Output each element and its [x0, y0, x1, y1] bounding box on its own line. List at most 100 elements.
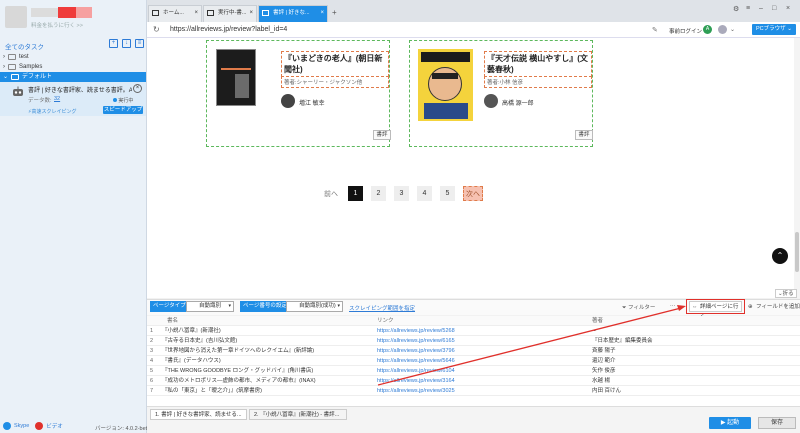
- page-4[interactable]: 4: [417, 186, 432, 201]
- pc-browser-select[interactable]: PCブラウザ ⌄: [752, 24, 796, 35]
- speed-up-button[interactable]: スピードアップ: [103, 106, 143, 114]
- home-icon: [152, 10, 159, 16]
- page-number-label: ページ番号の設定: [240, 301, 290, 312]
- maximize-icon[interactable]: □: [772, 5, 776, 12]
- bottom-tab[interactable]: 1. 書評 | 好きな書評家、読ませる...: [150, 409, 247, 420]
- import-icon[interactable]: ↓: [122, 39, 131, 48]
- column-header[interactable]: リンク: [377, 316, 592, 326]
- reviewer-avatar[interactable]: [484, 94, 498, 108]
- close-icon[interactable]: ×: [133, 84, 142, 93]
- add-tab-icon[interactable]: +: [332, 8, 337, 17]
- play-icon: ▶: [720, 420, 726, 426]
- tree-item-default[interactable]: ⌄ デフォルト: [0, 72, 146, 82]
- user-icon[interactable]: [718, 25, 727, 34]
- minimize-icon[interactable]: –: [759, 5, 763, 12]
- chevron-down-icon: ⌄: [787, 26, 792, 32]
- page-type-label: ページタイプ: [150, 301, 189, 312]
- all-tasks-label: 全てのタスク: [5, 44, 44, 51]
- task-count[interactable]: 32: [54, 96, 60, 102]
- book-title-box: 『天才伝説 横山やすし』(文藝春秋): [484, 51, 592, 77]
- filter-button[interactable]: ⏷ フィルター: [622, 303, 655, 312]
- table-row[interactable]: 2 『古寺る日本史』(吉川弘文館) https://allreviews.jp/re…: [147, 336, 800, 346]
- chevron-down-icon: ▾: [337, 303, 340, 309]
- book-cover[interactable]: [216, 49, 256, 106]
- column-header[interactable]: 書名: [162, 316, 377, 326]
- bottom-tab[interactable]: 2. 『小説八冨章』(新潮社) - 書評...: [249, 409, 347, 420]
- gear-icon[interactable]: ⚙: [733, 5, 739, 13]
- scrape-range-link[interactable]: スクレイピング範囲を指定: [349, 304, 415, 312]
- plus-icon: ⊕: [748, 304, 753, 310]
- video-link[interactable]: ビデオ: [46, 422, 63, 430]
- review-button[interactable]: 書評: [373, 130, 391, 140]
- book-title[interactable]: 『天才伝説 横山やすし』(文藝春秋): [484, 51, 592, 77]
- tree-item-samples[interactable]: › Samples: [3, 62, 42, 72]
- window-close-icon[interactable]: ×: [786, 5, 790, 12]
- table-row[interactable]: 1 『小説八冨章』(新潮社) https://allreviews.jp/revie…: [147, 326, 800, 336]
- table-row[interactable]: 6 『成功のメトロポリス―虚飾の都市、メディアの都市』(INAX) https://…: [147, 376, 800, 386]
- book-author-box: 著者:小林 信彦: [484, 76, 592, 88]
- url-input[interactable]: https://allreviews.jp/review?label_id=4: [170, 26, 287, 33]
- run-button[interactable]: ▶ 起動: [709, 417, 751, 429]
- page-type-select[interactable]: 自動識別 ▾: [186, 301, 234, 312]
- menu-icon[interactable]: ≡: [746, 5, 750, 12]
- edit-icon[interactable]: ✎: [652, 26, 658, 34]
- reviewer-avatar[interactable]: [281, 94, 295, 108]
- page-2[interactable]: 2: [371, 186, 386, 201]
- more-icon[interactable]: ⋯: [670, 303, 676, 309]
- table-row[interactable]: 7 『私の「東京」と「曖之介」』(筑摩書房) https://allreviews.…: [147, 386, 800, 396]
- extension-icon[interactable]: A: [703, 25, 712, 34]
- table-row[interactable]: 3 『世界地図から消えた第一章ドイツへのレクイエム』(新評論) https://al…: [147, 346, 800, 356]
- page-1[interactable]: 1: [348, 186, 363, 201]
- book-cover[interactable]: [418, 49, 473, 121]
- reviewer-name[interactable]: 増江 敏幸: [299, 98, 325, 107]
- tab-running[interactable]: 実行中-書... ×: [203, 5, 257, 22]
- tab-home[interactable]: ホーム... ×: [148, 5, 202, 22]
- book-title[interactable]: 『いまどきの老人』(朝日新聞社): [281, 51, 389, 77]
- video-icon[interactable]: [35, 421, 44, 430]
- book-author-box: 著者:シャーリー・ジャクソン他: [281, 76, 389, 88]
- table-header: 書名 リンク 著者: [147, 316, 800, 326]
- scrollbar-thumb[interactable]: [795, 232, 799, 272]
- robot-icon: [13, 86, 23, 96]
- prev-page-link[interactable]: 前へ: [324, 189, 338, 199]
- upgrade-link[interactable]: 料金を払うに行く >>: [31, 21, 83, 29]
- page-3[interactable]: 3: [394, 186, 409, 201]
- folder-icon: [8, 64, 16, 70]
- skype-icon[interactable]: [3, 421, 11, 430]
- tree-item-label: デフォルト: [22, 74, 53, 80]
- close-icon[interactable]: ×: [320, 6, 324, 21]
- settings-icon[interactable]: ≡: [135, 39, 144, 48]
- tab-review[interactable]: 書評 | 好きな... ×: [258, 5, 328, 22]
- chevron-right-icon: ›: [3, 54, 5, 60]
- close-icon[interactable]: ×: [249, 6, 253, 21]
- skype-link[interactable]: Skype: [14, 423, 29, 429]
- page-5[interactable]: 5: [440, 186, 455, 201]
- review-button[interactable]: 書評: [575, 130, 593, 140]
- next-page-link[interactable]: 次へ: [463, 186, 483, 201]
- task-title[interactable]: 書評 | 好きな書評家、読ませる書評。ALL...: [28, 85, 132, 94]
- reload-icon[interactable]: ↻: [153, 25, 160, 34]
- version-label: バージョン: 4.0.2-beta.2: [95, 426, 155, 432]
- column-header[interactable]: 著者: [592, 316, 792, 326]
- tree-item-test[interactable]: › test: [3, 52, 29, 62]
- avatar[interactable]: [5, 6, 27, 28]
- add-field-button[interactable]: ⊕ フィールドを追加: [748, 302, 800, 312]
- folder-icon: [8, 54, 16, 60]
- save-button[interactable]: 保存: [758, 417, 796, 429]
- chevron-right-icon: ›: [3, 64, 5, 70]
- table-row[interactable]: 5 『THE WRONG GOODBYE ロング・グッドバイ』(角川書店) http…: [147, 366, 800, 376]
- page-number-select[interactable]: 自動識別(成功) ▾: [286, 301, 343, 312]
- table-row[interactable]: 4 『書氏』(データハウス) https://allreviews.jp/revie…: [147, 356, 800, 366]
- pre-login-button[interactable]: 事前ログイン: [669, 27, 702, 35]
- new-task-icon[interactable]: +: [109, 39, 118, 48]
- folder-icon: [11, 74, 20, 80]
- reviewer-name[interactable]: 高橋 源一郎: [502, 98, 534, 107]
- highlight-box: [686, 299, 745, 314]
- book-author: 著者:シャーリー・ジャクソン他: [281, 76, 389, 88]
- chevron-down-icon[interactable]: ⌄: [730, 26, 735, 33]
- collapse-button[interactable]: ⌄折る: [775, 289, 797, 298]
- close-icon[interactable]: ×: [194, 6, 198, 21]
- scroll-top-icon[interactable]: ⌃: [772, 248, 788, 264]
- tree-item-label: Samples: [19, 64, 43, 70]
- chevron-down-icon: ▾: [228, 303, 231, 309]
